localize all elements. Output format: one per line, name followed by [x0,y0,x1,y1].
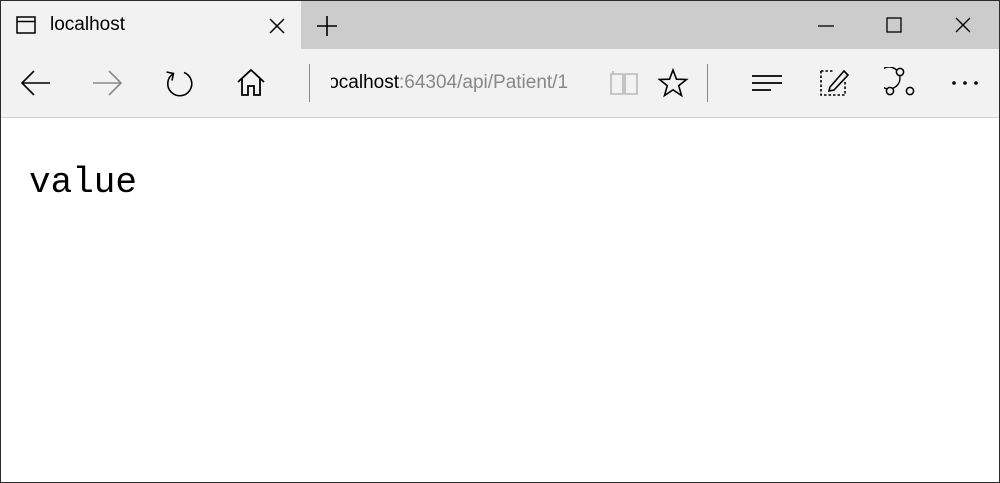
address-bar[interactable]: localhost:64304/api/Patient/1 [331,69,579,97]
star-icon[interactable] [657,67,689,99]
url-path: :64304/api/Patient/1 [399,72,569,93]
title-bar: localhost [1,1,999,49]
toolbar-divider [309,64,310,102]
page-content: value [1,118,999,482]
pen-note-icon[interactable] [817,67,849,99]
arrow-left-icon[interactable] [20,67,52,99]
close-tab-icon[interactable] [267,16,287,36]
arrow-right-icon[interactable] [91,67,123,99]
navigation-toolbar: localhost:64304/api/Patient/1 [1,49,999,118]
browser-tab[interactable]: localhost [1,1,301,49]
hub-lines-icon[interactable] [751,67,783,99]
share-icon[interactable] [884,67,916,99]
plus-icon[interactable] [315,14,339,38]
response-text: value [29,162,138,203]
toolbar-divider [707,64,708,102]
book-icon[interactable] [608,67,640,99]
minimize-icon[interactable] [816,15,836,35]
tab-title: localhost [50,14,125,35]
page-icon [16,16,36,34]
url-host: localhost [331,72,399,93]
refresh-icon[interactable] [163,67,195,99]
browser-window: localhost localhost:64304/api/Patient/1 … [0,0,1000,483]
home-icon[interactable] [235,67,267,99]
more-dots-icon[interactable] [949,67,981,99]
close-window-icon[interactable] [953,15,973,35]
maximize-icon[interactable] [884,15,904,35]
